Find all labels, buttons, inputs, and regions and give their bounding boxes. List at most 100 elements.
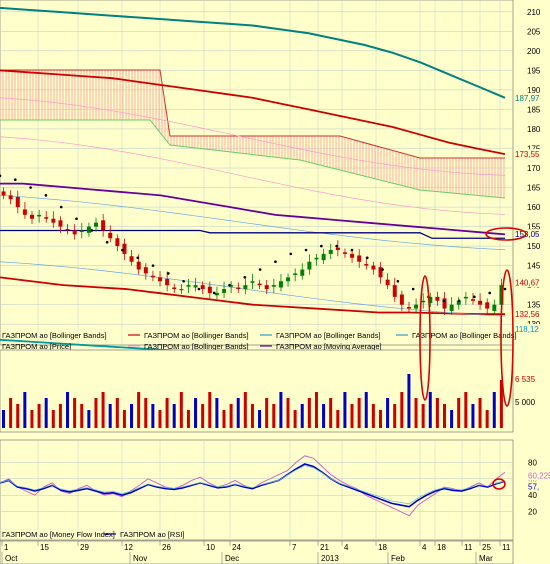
price-tick-label: 165 bbox=[527, 184, 541, 193]
sar-dot bbox=[503, 287, 507, 291]
volume-bar bbox=[236, 398, 240, 428]
volume-bar bbox=[435, 398, 439, 428]
value-flag: 187,97 bbox=[515, 94, 540, 103]
volume-bar bbox=[101, 392, 105, 428]
volume-bar bbox=[414, 398, 418, 428]
volume-bar bbox=[371, 404, 375, 428]
sar-dot bbox=[228, 283, 231, 287]
candle-body bbox=[200, 285, 205, 290]
sar-dot bbox=[457, 299, 461, 303]
osc-tick-label: 20 bbox=[528, 508, 537, 517]
legend-label: ГАЗПРОМ ао [Bollinger Bands] bbox=[2, 331, 107, 340]
sar-dot bbox=[396, 279, 400, 283]
candle-body bbox=[485, 302, 490, 309]
candle-body bbox=[1, 191, 6, 196]
volume-bar bbox=[357, 398, 361, 428]
candle-body bbox=[243, 285, 248, 290]
candle-body bbox=[364, 264, 369, 266]
volume-bar bbox=[471, 404, 475, 428]
sar-dot bbox=[151, 264, 155, 267]
candle-body bbox=[449, 304, 454, 311]
volume-bar bbox=[428, 392, 432, 428]
candle-body bbox=[222, 289, 227, 293]
volume-bar bbox=[364, 392, 368, 428]
volume-bar bbox=[336, 410, 340, 428]
candle-body bbox=[15, 196, 20, 208]
sar-dot bbox=[44, 194, 48, 197]
candle-body bbox=[435, 296, 440, 301]
volume-bar bbox=[400, 392, 404, 428]
volume-bar bbox=[208, 392, 212, 428]
volume-bar bbox=[322, 404, 326, 428]
price-tick-label: 200 bbox=[527, 47, 541, 56]
volume-bar bbox=[201, 404, 205, 428]
candle-body bbox=[399, 294, 404, 305]
sar-dot bbox=[29, 186, 32, 189]
candle-body bbox=[136, 261, 141, 270]
volume-bar bbox=[485, 410, 489, 428]
volume-bar bbox=[258, 410, 262, 428]
volume-bar bbox=[51, 410, 55, 428]
volume-bar bbox=[80, 404, 84, 428]
volume-bar bbox=[215, 398, 219, 428]
candle-body bbox=[150, 275, 155, 278]
candle-body bbox=[392, 285, 397, 297]
x-tick-label: 7 bbox=[292, 543, 297, 552]
volume-bar bbox=[314, 392, 318, 428]
volume-bar bbox=[186, 410, 190, 428]
candle-body bbox=[286, 277, 291, 282]
osc-value-flag: 57, bbox=[528, 482, 539, 491]
price-tick-label: 210 bbox=[527, 8, 541, 17]
volume-bar bbox=[66, 392, 70, 428]
candle-body bbox=[101, 220, 106, 231]
value-flag: 118,12 bbox=[515, 325, 539, 334]
volume-bar bbox=[137, 392, 141, 428]
date-x-axis: 1 15 29 12 26 10 24 7 21 4 18 4 18 11 25 11 Oct Nov Dec 201… bbox=[0, 540, 514, 564]
x-month-label: Oct bbox=[5, 554, 18, 563]
volume-bar bbox=[30, 410, 34, 428]
oscillator-legend: ГАЗПРОМ ао [Money Flow Index] ГАЗПРОМ ао … bbox=[2, 530, 185, 539]
price-tick-label: 150 bbox=[527, 242, 541, 251]
candle-body bbox=[492, 304, 497, 311]
candle-body bbox=[30, 214, 35, 219]
x-tick-label: 21 bbox=[320, 543, 329, 552]
candle-body bbox=[22, 209, 27, 215]
volume-bar bbox=[37, 404, 41, 428]
price-tick-label: 135 bbox=[527, 301, 541, 310]
osc-value-flag: 60,225 bbox=[528, 472, 550, 481]
candle-body bbox=[58, 220, 63, 227]
volume-bar bbox=[94, 398, 98, 428]
x-tick-label: 24 bbox=[232, 543, 241, 552]
candle-body bbox=[193, 285, 198, 288]
volume-bar bbox=[307, 398, 311, 428]
candle-body bbox=[293, 273, 298, 275]
sar-dot bbox=[90, 229, 94, 232]
candle-body bbox=[314, 257, 319, 260]
candle-body bbox=[143, 267, 148, 274]
sar-dot bbox=[243, 276, 247, 279]
candle-body bbox=[79, 230, 84, 233]
volume-bar bbox=[350, 404, 354, 428]
candle-body bbox=[44, 217, 49, 219]
osc-tick-label: 80 bbox=[528, 458, 537, 467]
x-tick-label: 26 bbox=[162, 543, 171, 552]
volume-bar bbox=[393, 404, 397, 428]
volume-bar bbox=[464, 392, 468, 428]
x-tick-label: 4 bbox=[344, 543, 349, 552]
price-tick-label: 170 bbox=[527, 164, 541, 173]
volume-bar bbox=[151, 404, 155, 428]
sar-dot bbox=[320, 244, 323, 248]
candle-body bbox=[72, 230, 77, 235]
candle-body bbox=[158, 277, 163, 282]
legend-label: ГАЗПРОМ ао [Bollinger Bands] bbox=[276, 331, 381, 340]
price-chart: 2102052001951901851801751701651601551501… bbox=[0, 0, 550, 564]
volume-tick-label: 5 000 bbox=[515, 398, 536, 407]
price-panel-bg bbox=[0, 0, 514, 346]
candle-body bbox=[264, 285, 269, 290]
x-tick-label: 29 bbox=[80, 543, 89, 552]
candle-body bbox=[328, 250, 333, 254]
legend-label: ГАЗПРОМ ао [Bollinger Bands] bbox=[144, 331, 249, 340]
legend-label: ГАЗПРОМ ао [Bollinger Bands] bbox=[144, 342, 249, 351]
x-month-label: Mar bbox=[479, 554, 493, 563]
x-tick-label: 12 bbox=[124, 543, 133, 552]
